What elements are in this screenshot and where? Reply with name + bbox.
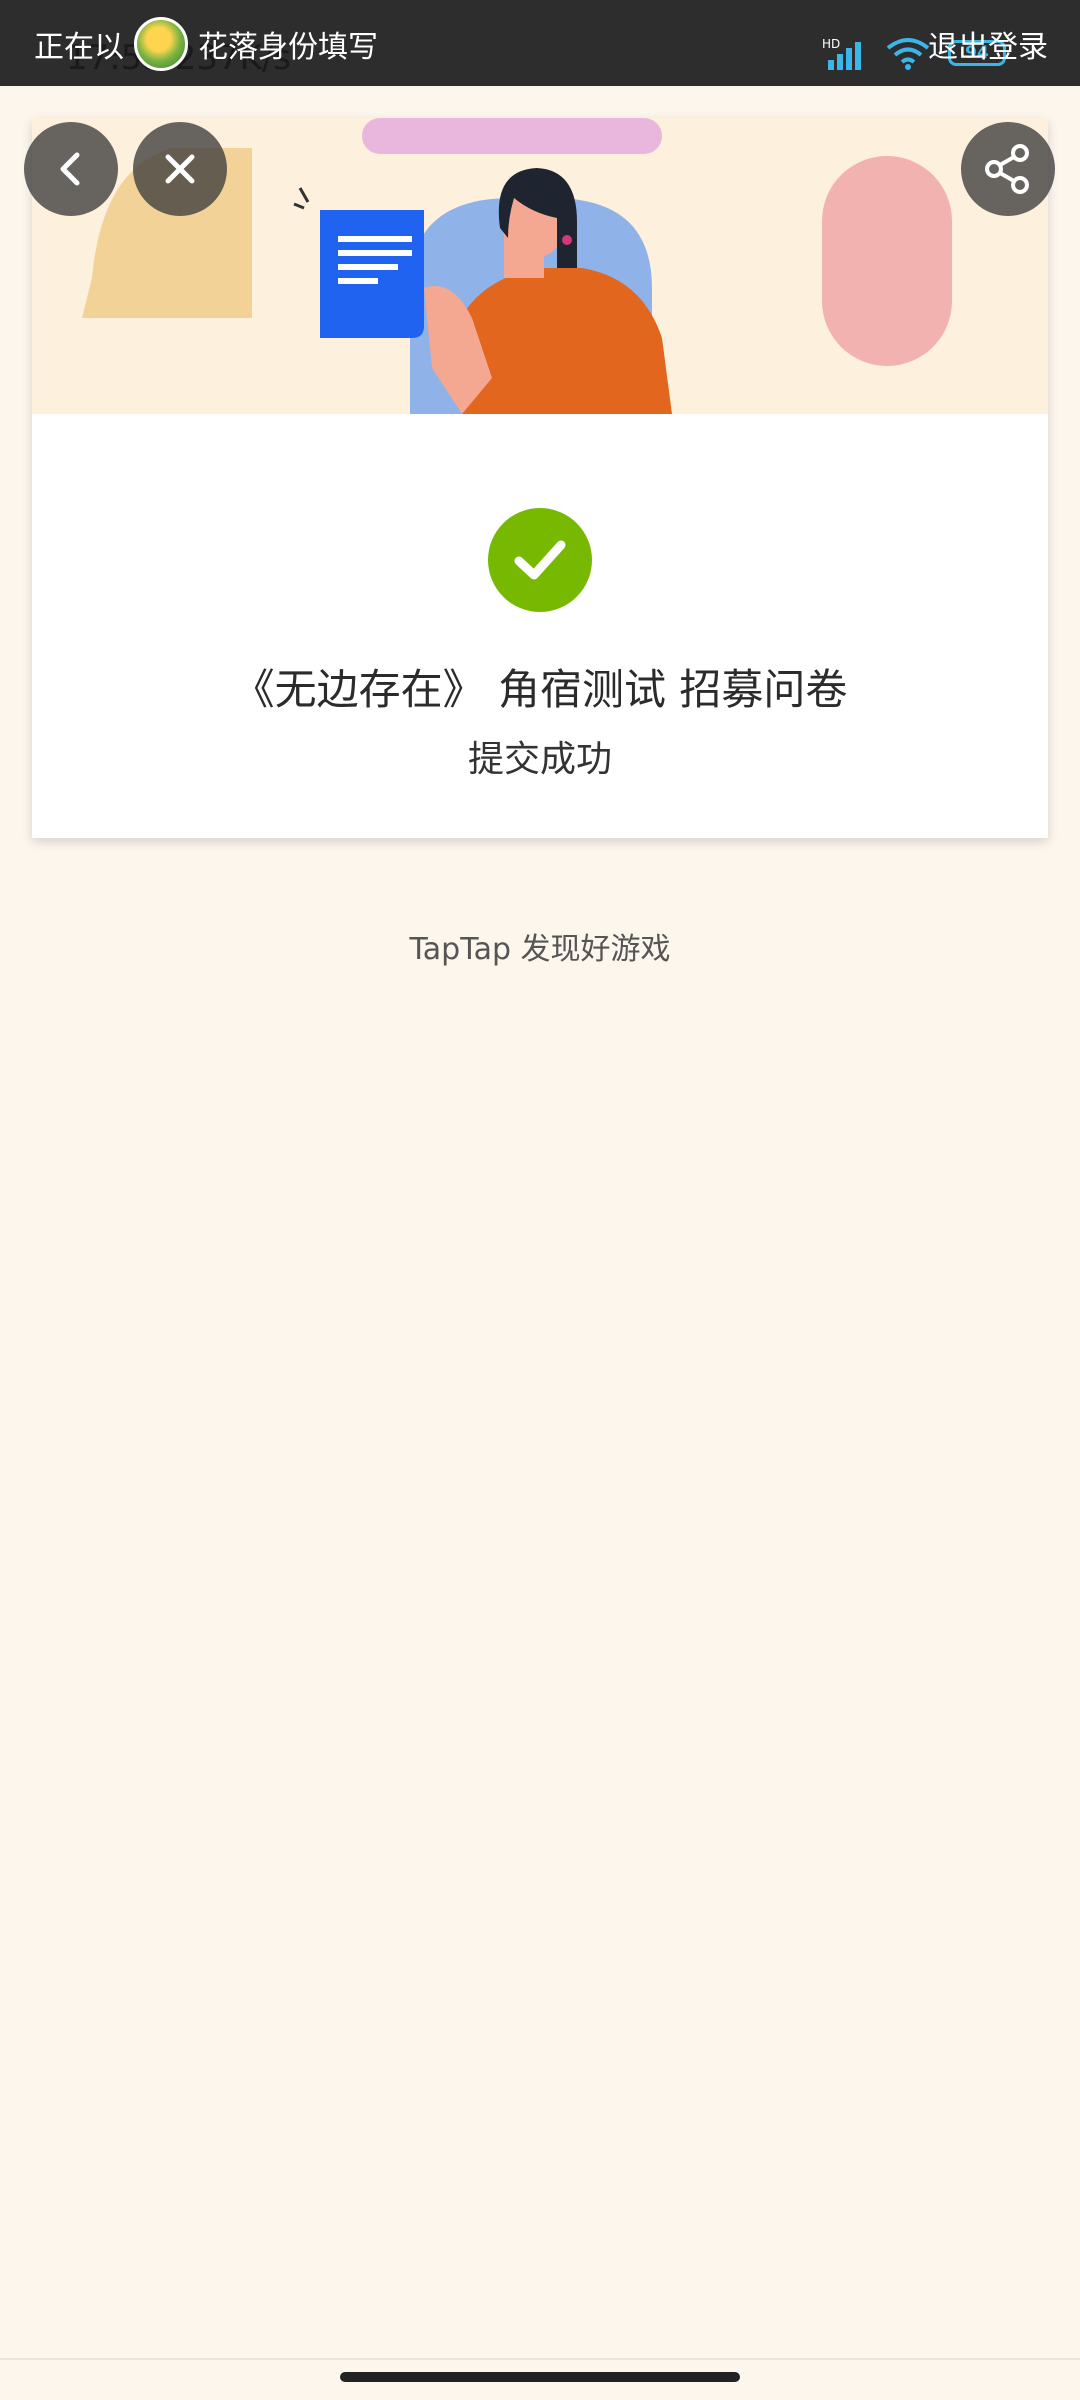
footer-slogan: TapTap 发现好游戏 xyxy=(409,932,671,967)
survey-title: 《无边存在》 角宿测试 招募问卷 xyxy=(232,665,848,714)
submit-status-text: 提交成功 xyxy=(467,739,612,780)
login-identity: 正在以 花落 身份填写 xyxy=(34,16,378,72)
share-button[interactable] xyxy=(961,122,1055,216)
avatar xyxy=(134,17,188,71)
top-bar: 17:53 237K/s HD 94 正在以 花落 身份填写 退出登录 xyxy=(0,0,1080,86)
home-indicator[interactable] xyxy=(340,2372,740,2382)
share-icon xyxy=(985,144,1029,194)
chevron-left-icon xyxy=(60,152,80,186)
wifi-icon xyxy=(886,38,930,70)
result-card: 《无边存在》 角宿测试 招募问卷 提交成功 xyxy=(32,118,1048,838)
bottom-divider xyxy=(0,2358,1080,2360)
logout-button[interactable]: 退出登录 xyxy=(928,22,1048,66)
checkmark-icon xyxy=(514,540,566,580)
close-icon xyxy=(165,154,195,184)
close-button[interactable] xyxy=(133,122,227,216)
user-name: 花落 xyxy=(198,30,258,65)
login-prefix: 正在以 xyxy=(34,30,124,65)
success-check-badge xyxy=(488,508,592,612)
signal-icon: HD xyxy=(822,37,861,70)
back-button[interactable] xyxy=(24,122,118,216)
signal-hd-label: HD xyxy=(822,37,840,51)
login-suffix: 身份填写 xyxy=(258,30,378,65)
